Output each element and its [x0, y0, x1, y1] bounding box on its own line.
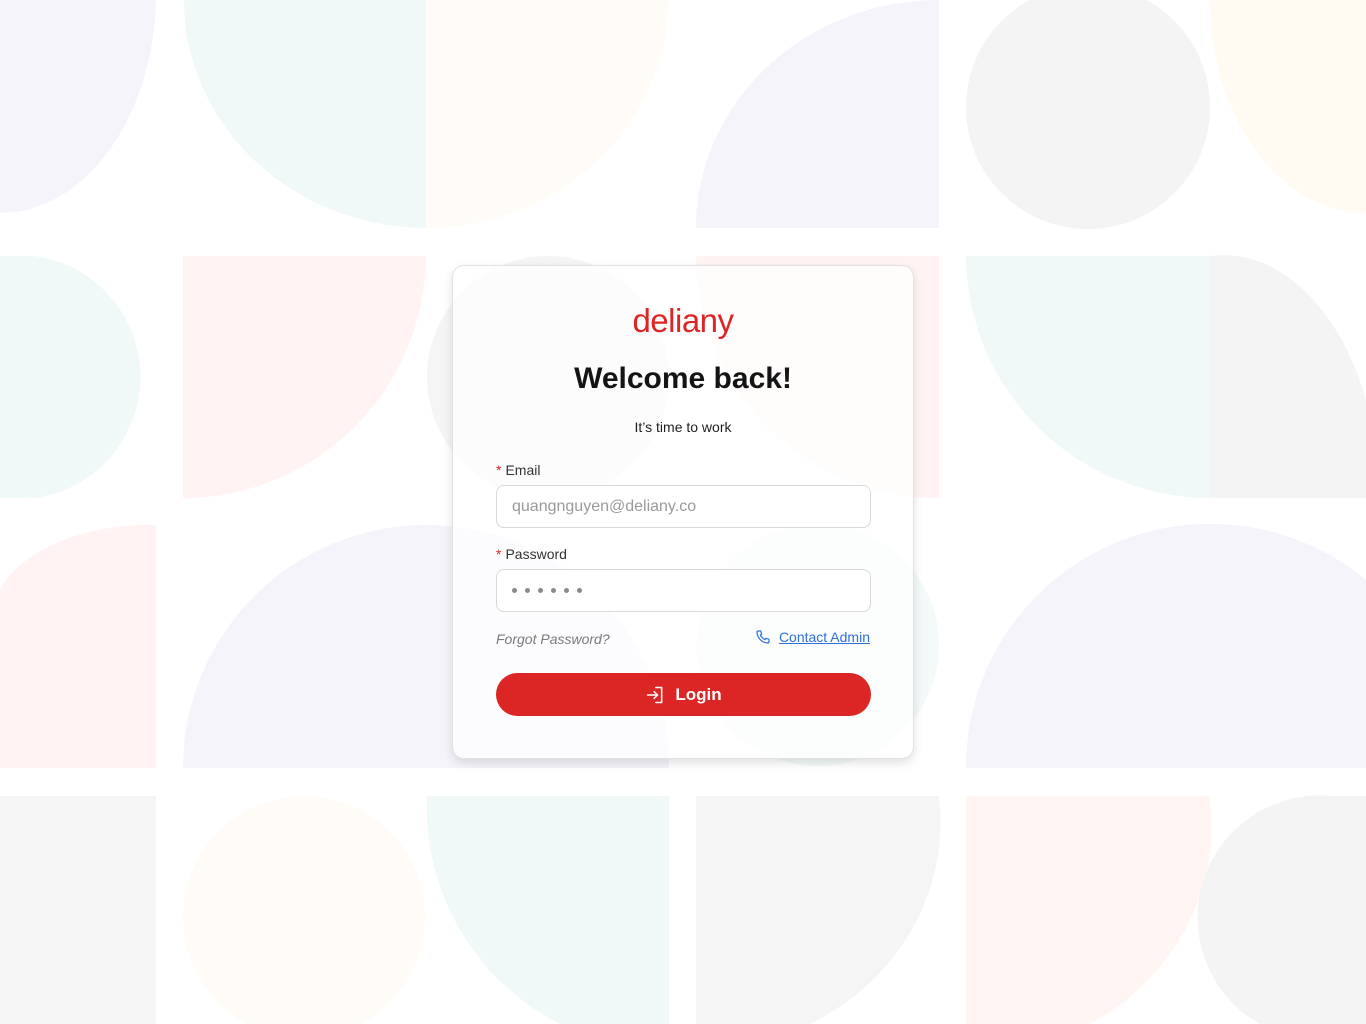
page-title: Welcome back! — [574, 362, 792, 395]
password-mask-dot — [551, 588, 556, 593]
password-mask-dot — [538, 588, 543, 593]
password-label-text: Password — [505, 546, 567, 562]
brand-logo: deliany — [632, 302, 734, 339]
login-button-label: Login — [675, 684, 722, 704]
login-card: deliany Welcome back! It’s time to work … — [452, 265, 914, 759]
password-input[interactable] — [496, 569, 871, 612]
required-marker: * — [496, 462, 502, 478]
forgot-password-link[interactable]: Forgot Password? — [496, 631, 610, 647]
login-icon — [647, 686, 663, 703]
password-mask-dot — [512, 588, 517, 593]
password-mask-dot — [577, 588, 582, 593]
contact-admin-label: Contact Admin — [778, 629, 870, 645]
phone-icon — [756, 630, 770, 644]
contact-admin-link[interactable]: Contact Admin — [755, 629, 870, 645]
password-label: * Password — [496, 546, 567, 562]
email-input[interactable] — [496, 485, 871, 528]
page-subtitle: It’s time to work — [634, 419, 732, 435]
email-label-text: Email — [505, 462, 541, 478]
password-mask-dot — [525, 588, 530, 593]
required-marker: * — [496, 546, 502, 562]
email-label: * Email — [496, 462, 540, 478]
password-mask-dot — [564, 588, 569, 593]
login-button[interactable]: Login — [496, 673, 871, 716]
